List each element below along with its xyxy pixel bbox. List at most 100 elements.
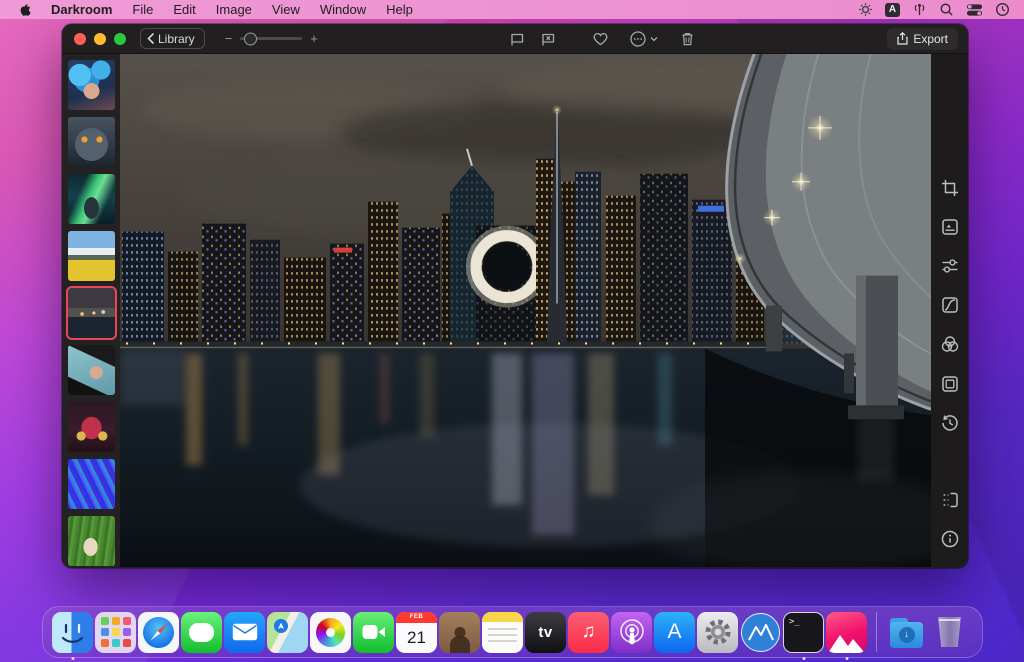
menu-edit[interactable]: Edit (173, 2, 195, 17)
color-wheels-icon (940, 334, 960, 354)
export-button[interactable]: Export (887, 28, 958, 50)
control-center-icon[interactable] (966, 3, 983, 17)
mail-icon (224, 612, 265, 653)
panel-toggle-button[interactable] (938, 489, 962, 512)
dock-podcasts[interactable] (611, 612, 652, 653)
desktop: Darkroom File Edit Image View Window Hel… (0, 0, 1024, 662)
menu-image[interactable]: Image (216, 2, 252, 17)
finder-face-icon (52, 612, 93, 653)
dock-contacts[interactable] (439, 612, 480, 653)
dock-maps[interactable] (267, 612, 308, 653)
menu-help[interactable]: Help (386, 2, 413, 17)
downloads-folder-icon: ↓ (886, 612, 927, 653)
export-label: Export (913, 32, 948, 46)
thumbnail-countryside-field[interactable] (68, 231, 115, 281)
crop-icon (940, 178, 960, 198)
thumbnail-gray-cat[interactable] (68, 117, 115, 167)
curves-icon (940, 295, 960, 315)
dock-finder[interactable] (52, 612, 93, 653)
zoom-slider[interactable] (240, 37, 302, 40)
dock-facetime[interactable] (353, 612, 394, 653)
more-options-button[interactable] (629, 30, 658, 48)
dock-settings[interactable] (697, 612, 738, 653)
trash-icon (680, 31, 695, 47)
titlebar-actions (509, 24, 695, 54)
thumbnail-animal-in-grass[interactable] (68, 516, 115, 566)
crop-tool-button[interactable] (938, 176, 962, 199)
dock-photos[interactable] (310, 612, 351, 653)
photos-flower (316, 618, 345, 647)
dock-mountain-app[interactable] (740, 612, 781, 653)
dock-darkroom[interactable] (826, 612, 867, 653)
frame-tool-button[interactable] (938, 372, 962, 395)
antenna-icon[interactable] (912, 2, 927, 17)
curves-tool-button[interactable] (938, 294, 962, 317)
input-source-icon[interactable]: A (885, 3, 900, 17)
safari-icon (138, 612, 179, 653)
download-arrow-icon: ↓ (899, 627, 915, 643)
dock-launchpad[interactable] (95, 612, 136, 653)
photo-canvas[interactable] (120, 54, 931, 567)
thumbnail-blue-abstract[interactable] (68, 459, 115, 509)
reject-flag-button[interactable] (540, 32, 556, 47)
dock-appstore[interactable]: A (654, 612, 695, 653)
zoom-slider-knob[interactable] (244, 32, 257, 45)
menu-window[interactable]: Window (320, 2, 366, 17)
dock-terminal[interactable]: >_ (783, 612, 824, 653)
more-options-icon (629, 30, 647, 48)
safari-compass (143, 617, 174, 648)
adjustments-tool-button[interactable] (938, 254, 962, 277)
clock-icon[interactable] (995, 2, 1010, 17)
podcasts-glyph-icon (617, 617, 647, 647)
menu-app-name[interactable]: Darkroom (51, 2, 112, 17)
spotlight-icon[interactable] (939, 2, 954, 17)
library-back-button[interactable]: Library (140, 28, 205, 49)
dock-music[interactable]: ♫ (568, 612, 609, 653)
running-indicator (845, 657, 848, 660)
fullscreen-button[interactable] (114, 33, 126, 45)
zoom-out-button[interactable]: − (225, 32, 233, 45)
flag-button[interactable] (509, 32, 525, 47)
presets-tool-button[interactable] (938, 215, 962, 238)
notes-icon (482, 612, 523, 653)
apple-menu-icon[interactable] (18, 2, 33, 17)
dock-notes[interactable] (482, 612, 523, 653)
dock-safari[interactable] (138, 612, 179, 653)
menu-view[interactable]: View (272, 2, 300, 17)
dock-downloads[interactable]: ↓ (886, 612, 927, 653)
window-titlebar[interactable]: Library − + (62, 24, 968, 54)
filmstrip-sidebar[interactable] (62, 54, 120, 567)
traffic-lights (74, 33, 126, 45)
menu-file[interactable]: File (132, 2, 153, 17)
frame-icon (940, 374, 960, 394)
color-tool-button[interactable] (938, 333, 962, 356)
terminal-icon: >_ (783, 612, 824, 653)
keyboard-brightness-icon[interactable] (858, 2, 873, 17)
share-icon (897, 32, 908, 45)
thumbnail-motorcycle[interactable] (68, 402, 115, 452)
thumbnail-dubai-skyline-selected[interactable] (68, 288, 115, 338)
zoom-in-button[interactable]: + (310, 32, 318, 45)
thumbnail-woman-teal-hat[interactable] (68, 345, 115, 395)
history-tool-button[interactable] (938, 411, 962, 434)
dock-calendar[interactable]: FEB 21 (396, 612, 437, 653)
delete-button[interactable] (680, 31, 695, 47)
info-tool-button[interactable] (938, 528, 962, 551)
darkroom-mountains-icon (826, 629, 867, 653)
dock-messages[interactable] (181, 612, 222, 653)
minimize-button[interactable] (94, 33, 106, 45)
thumbnail-aurora-borealis[interactable] (68, 174, 115, 224)
edit-tool-rail (931, 54, 968, 567)
favorite-button[interactable] (592, 31, 609, 47)
messages-bubble (189, 623, 214, 642)
dock-tv[interactable]: tv (525, 612, 566, 653)
dock-mail[interactable] (224, 612, 265, 653)
calendar-month: FEB (396, 612, 437, 623)
video-camera-icon (362, 624, 386, 640)
dock-trash[interactable] (929, 612, 970, 653)
thumbnail-blue-haired-portrait[interactable] (68, 60, 115, 110)
launchpad-icon (95, 612, 136, 653)
notes-lines (482, 622, 523, 653)
library-label: Library (158, 32, 195, 46)
close-button[interactable] (74, 33, 86, 45)
